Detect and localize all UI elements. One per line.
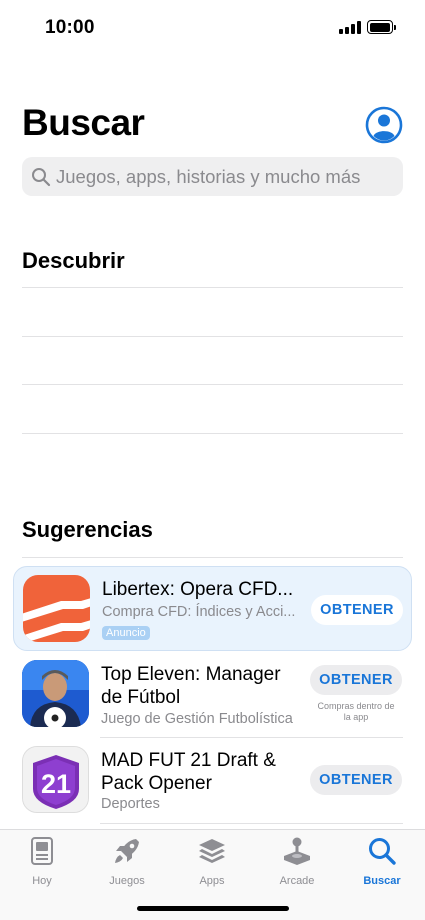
tab-label: Juegos [109, 875, 145, 887]
app-subtitle: Compra CFD: Índices y Acci... [102, 604, 296, 620]
divider [22, 287, 403, 288]
today-icon [31, 837, 53, 865]
account-icon[interactable] [365, 106, 403, 144]
tab-label: Apps [199, 875, 225, 887]
tab-label: Arcade [279, 875, 315, 887]
icon-text: 21 [41, 769, 71, 799]
stack-icon [199, 839, 225, 863]
tab-today[interactable]: Hoy [4, 836, 80, 887]
tab-apps[interactable]: Apps [174, 836, 250, 887]
tab-label: Hoy [32, 875, 52, 887]
get-button[interactable]: OBTENER [310, 765, 402, 795]
app-name-line2: Pack Opener [101, 773, 212, 794]
app-name: Libertex: Opera CFD... [102, 579, 294, 600]
suggestions-title: Sugerencias [22, 517, 153, 542]
search-input[interactable] [56, 157, 396, 196]
home-indicator [137, 906, 289, 911]
tab-arcade[interactable]: Arcade [259, 836, 335, 887]
app-name-line1: MAD FUT 21 Draft & [101, 750, 276, 771]
top-eleven-app-icon [22, 660, 89, 727]
search-icon [369, 838, 396, 865]
tab-search[interactable]: Buscar [344, 836, 420, 887]
suggestion-row[interactable]: 21 MAD FUT 21 Draft & Pack Opener Deport… [13, 744, 412, 822]
cellular-signal-icon [339, 21, 361, 34]
get-button[interactable]: OBTENER [310, 665, 402, 695]
battery-icon [367, 20, 396, 34]
mad-fut-app-icon: 21 [22, 746, 89, 813]
iap-line2: la app [343, 712, 369, 722]
divider [100, 823, 403, 824]
rocket-icon [115, 839, 139, 863]
libertex-app-icon [23, 575, 90, 642]
divider [100, 737, 403, 738]
status-bar: 10:00 [0, 0, 425, 56]
joystick-icon [284, 837, 310, 865]
divider [22, 433, 403, 434]
tab-label: Buscar [363, 875, 401, 887]
divider [22, 557, 403, 558]
search-bar[interactable] [22, 157, 403, 196]
page-title: Buscar [22, 102, 145, 143]
divider [22, 384, 403, 385]
ad-badge: Anuncio [102, 626, 150, 640]
divider [22, 336, 403, 337]
status-time: 10:00 [45, 17, 95, 38]
suggestion-row[interactable]: Top Eleven: Manager de Fútbol Juego de G… [13, 658, 412, 736]
discover-title: Descubrir [22, 248, 125, 273]
app-name-line1: Top Eleven: Manager [101, 664, 281, 685]
app-name-line2: de Fútbol [101, 687, 181, 708]
app-subtitle: Juego de Gestión Futbolística [101, 711, 293, 727]
magnifier-icon [32, 168, 51, 187]
suggestion-ad-row[interactable]: Libertex: Opera CFD... Compra CFD: Índic… [13, 566, 412, 651]
app-subtitle: Deportes [101, 796, 160, 812]
in-app-purchases-note: Compras dentro de la app [309, 701, 403, 723]
iap-line1: Compras dentro de [317, 701, 395, 711]
tab-games[interactable]: Juegos [89, 836, 165, 887]
get-button[interactable]: OBTENER [311, 595, 403, 625]
